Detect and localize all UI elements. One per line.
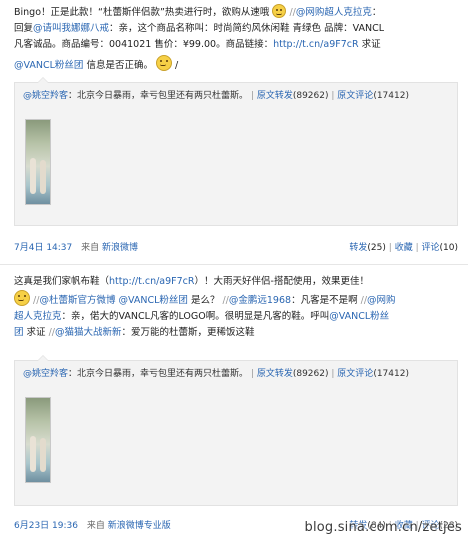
- post-1-actions: 转发(25) | 收藏 | 评论(10): [349, 240, 458, 253]
- post-text-segment: 求证: [23, 327, 49, 338]
- post-1-line-4: @VANCL粉丝团 信息是否正确。 /: [14, 55, 460, 74]
- comment-count: (10): [439, 243, 458, 253]
- post-text-segment: 信息是否正确。: [83, 60, 153, 71]
- original-forward-count: (89262): [292, 369, 329, 379]
- mention-link[interactable]: @VANCL粉丝: [329, 311, 389, 322]
- post-text-segment: 凡客诚品。商品编号：0041021 售价：¥99.00。商品链接：: [14, 39, 274, 50]
- post-source-link[interactable]: 新浪微博专业版: [108, 521, 171, 531]
- post-1-line-3: 凡客诚品。商品编号：0041021 售价：¥99.00。商品链接：http://…: [14, 37, 460, 53]
- post-2-line-2: //@杜蕾斯官方微博 @VANCL粉丝团 是么？ //@金鹏远1968：凡客是不…: [14, 290, 460, 309]
- original-forward-link[interactable]: 原文转发: [257, 369, 293, 379]
- post-text-segment: ：亲，偌大的VANCL凡客的LOGO啊。很明显是凡客的鞋。呼叫: [61, 311, 330, 322]
- comment-button[interactable]: 评论: [422, 243, 440, 253]
- mention-link[interactable]: @请叫我娜娜八戒: [33, 23, 109, 34]
- post-text-segment: 回复: [14, 23, 34, 34]
- separator: |: [250, 91, 254, 101]
- post-2-text: 这真是我们家帆布鞋（http://t.cn/a9F7cR）！大雨天好伴侣-搭配使…: [14, 274, 460, 341]
- weibo-post-2: 这真是我们家帆布鞋（http://t.cn/a9F7cR）！大雨天好伴侣-搭配使…: [0, 272, 468, 541]
- post-2-meta: 6月23日 19:36 来自 新浪微博专业版: [14, 518, 171, 531]
- original-comment-link[interactable]: 原文评论: [337, 91, 373, 101]
- quoted-image-thumbnail[interactable]: [25, 397, 51, 483]
- separator: |: [331, 369, 335, 379]
- mention-link[interactable]: @网购: [367, 295, 396, 306]
- post-source-link[interactable]: 新浪微博: [102, 243, 138, 253]
- separator: |: [250, 369, 254, 379]
- mention-link[interactable]: @杜蕾斯官方微博: [39, 295, 115, 306]
- post-2-line-4: 团 求证 //@猫猫大战新新：爱万能的杜蕾斯，更稀饭这鞋: [14, 325, 460, 341]
- forward-button[interactable]: 转发: [349, 243, 367, 253]
- separator: |: [331, 91, 335, 101]
- original-comment-count: (17412): [373, 91, 409, 101]
- quote-arrow: [37, 77, 49, 83]
- post-text-segment: 是么？: [187, 295, 220, 306]
- post-text-segment: /: [175, 60, 179, 71]
- quote-arrow: [37, 355, 49, 361]
- post-1-line-2: 回复@请叫我娜娜八戒：亲，这个商品名称叫：时尚简约风休闲鞋 青绿色 品牌：VAN…: [14, 21, 460, 37]
- original-comment-link[interactable]: 原文评论: [337, 369, 373, 379]
- post-text-segment: ：凡客是不是啊: [291, 295, 358, 306]
- separator: |: [415, 243, 419, 253]
- weibo-post-1: Bingo！正是此款！“杜蕾斯伴侣款”热卖进行时，欲购从速哦 //@网购超人克拉…: [0, 0, 468, 262]
- favorite-button[interactable]: 收藏: [395, 243, 413, 253]
- original-comment-count: (17412): [373, 369, 409, 379]
- from-label: 来自: [86, 521, 105, 531]
- post-1-meta: 7月4日 14:37 来自 新浪微博: [14, 240, 138, 253]
- quoted-text: ：北京今日暴雨，幸亏包里还有两只杜蕾斯。: [68, 91, 249, 101]
- short-url-link[interactable]: http://t.cn/a9F7cR: [273, 39, 359, 50]
- mention-link[interactable]: @网购超人克拉克: [296, 7, 372, 18]
- post-text-segment: 求证: [358, 39, 381, 50]
- post-text-segment: Bingo！正是此款！“杜蕾斯伴侣款”热卖进行时，欲购从速哦: [14, 7, 270, 18]
- quoted-author-link[interactable]: @姚空羚客: [23, 369, 68, 379]
- post-time-link[interactable]: 7月4日 14:37: [14, 243, 72, 253]
- quoted-author-link[interactable]: @姚空羚客: [23, 91, 68, 101]
- post-time-link[interactable]: 6月23日 19:36: [14, 521, 78, 531]
- mention-link[interactable]: 超人克拉克: [14, 311, 62, 322]
- post-text-segment: ）！大雨天好伴侣-搭配使用，效果更佳！: [194, 276, 369, 287]
- post-1-text: Bingo！正是此款！“杜蕾斯伴侣款”热卖进行时，欲购从速哦 //@网购超人克拉…: [14, 4, 460, 74]
- post-text-segment: ：爱万能的杜蕾斯，更稀饭这鞋: [121, 327, 255, 338]
- from-label: 来自: [81, 243, 100, 253]
- post-text-segment: 这真是我们家帆布鞋（: [14, 276, 110, 287]
- post-1-line-1: Bingo！正是此款！“杜蕾斯伴侣款”热卖进行时，欲购从速哦 //@网购超人克拉…: [14, 4, 460, 21]
- quoted-post-text: @姚空羚客：北京今日暴雨，幸亏包里还有两只杜蕾斯。 | 原文转发(89262) …: [23, 367, 453, 381]
- original-forward-link[interactable]: 原文转发: [257, 91, 293, 101]
- quoted-text: ：北京今日暴雨，幸亏包里还有两只杜蕾斯。: [68, 369, 249, 379]
- mention-link[interactable]: @VANCL粉丝团: [14, 60, 83, 71]
- emoticon-icon: [272, 4, 287, 18]
- post-2-line-1: 这真是我们家帆布鞋（http://t.cn/a9F7cR）！大雨天好伴侣-搭配使…: [14, 274, 460, 290]
- forward-count: (25): [367, 243, 386, 253]
- original-forward-count: (89262): [292, 91, 329, 101]
- blog-watermark: blog.sina.com.cn/zetjes: [304, 520, 462, 535]
- separator: |: [388, 243, 392, 253]
- quoted-post-1: @姚空羚客：北京今日暴雨，幸亏包里还有两只杜蕾斯。 | 原文转发(89262) …: [14, 77, 458, 226]
- short-url-link[interactable]: http://t.cn/a9F7cR: [109, 276, 195, 287]
- emoticon-icon: [156, 55, 172, 71]
- post-2-line-3: 超人克拉克：亲，偌大的VANCL凡客的LOGO啊。很明显是凡客的鞋。呼叫@VAN…: [14, 309, 460, 325]
- quoted-post-text: @姚空羚客：北京今日暴雨，幸亏包里还有两只杜蕾斯。 | 原文转发(89262) …: [23, 89, 453, 103]
- emoticon-icon: [14, 290, 30, 306]
- post-text-segment: ：: [371, 7, 382, 18]
- post-text-segment: ：亲，这个商品名称叫：时尚简约风休闲鞋 青绿色 品牌：VANCL: [109, 23, 384, 34]
- quoted-image-thumbnail[interactable]: [25, 119, 51, 205]
- mention-link[interactable]: @猫猫大战新新: [55, 327, 122, 338]
- mention-link[interactable]: 团: [14, 327, 24, 338]
- post-divider: [0, 264, 468, 265]
- quoted-post-2: @姚空羚客：北京今日暴雨，幸亏包里还有两只杜蕾斯。 | 原文转发(89262) …: [14, 355, 458, 506]
- mention-link[interactable]: @VANCL粉丝团: [118, 295, 187, 306]
- mention-link[interactable]: @金鹏远1968: [229, 295, 291, 306]
